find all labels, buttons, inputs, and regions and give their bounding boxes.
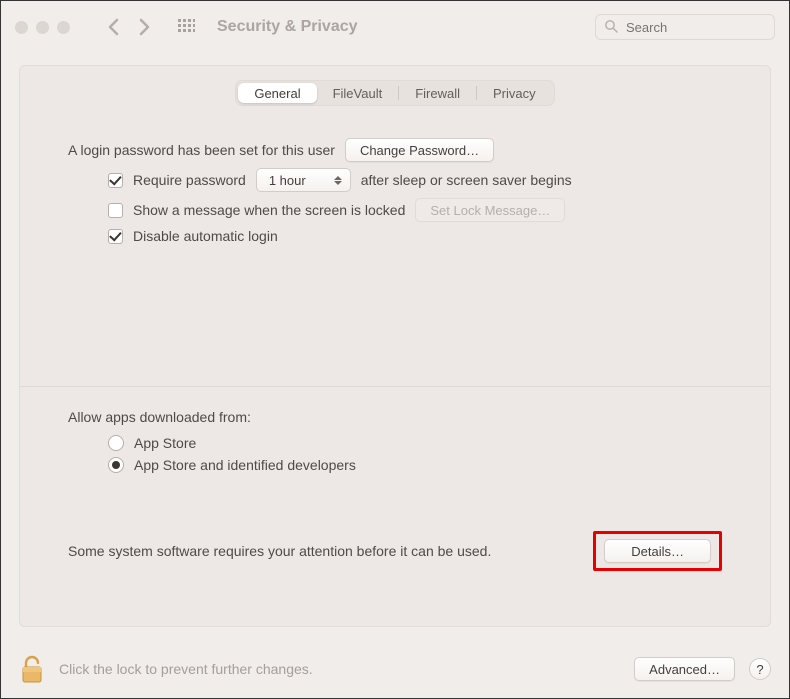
divider	[20, 386, 770, 387]
updown-icon	[334, 176, 342, 185]
forward-button[interactable]	[136, 18, 152, 36]
details-button[interactable]: Details…	[604, 539, 711, 563]
prefs-panel: General FileVault Firewall Privacy A log…	[19, 65, 771, 627]
disable-auto-login-checkbox[interactable]	[108, 229, 123, 244]
allow-appstore-label: App Store	[134, 435, 196, 451]
show-lock-message-checkbox[interactable]	[108, 203, 123, 218]
back-button[interactable]	[106, 18, 122, 36]
show-lock-message-label: Show a message when the screen is locked	[133, 202, 405, 218]
change-password-button[interactable]: Change Password…	[345, 138, 494, 162]
allow-apps-heading: Allow apps downloaded from:	[68, 409, 722, 425]
require-password-delay-select[interactable]: 1 hour	[256, 168, 351, 192]
tab-privacy[interactable]: Privacy	[477, 83, 552, 103]
require-password-delay-value: 1 hour	[269, 173, 306, 188]
zoom-window-button[interactable]	[57, 21, 70, 34]
tab-general[interactable]: General	[238, 83, 316, 103]
toolbar: Security & Privacy	[1, 1, 789, 53]
require-password-checkbox[interactable]	[108, 173, 123, 188]
set-lock-message-button: Set Lock Message…	[415, 198, 565, 222]
advanced-button[interactable]: Advanced…	[634, 657, 735, 681]
window-title: Security & Privacy	[217, 18, 358, 36]
details-highlight: Details…	[593, 531, 722, 571]
attention-text: Some system software requires your atten…	[68, 543, 491, 559]
nav-arrows	[106, 18, 152, 36]
lock-icon[interactable]	[19, 654, 45, 684]
login-password-intro: A login password has been set for this u…	[68, 142, 335, 158]
allow-appstore-radio[interactable]	[108, 435, 124, 451]
general-content: A login password has been set for this u…	[20, 106, 770, 591]
show-all-prefs-button[interactable]	[178, 19, 195, 36]
search-input[interactable]	[624, 19, 766, 36]
tab-bar: General FileVault Firewall Privacy	[20, 80, 770, 106]
require-password-suffix: after sleep or screen saver begins	[361, 172, 572, 188]
disable-auto-login-label: Disable automatic login	[133, 228, 278, 244]
help-button[interactable]: ?	[749, 658, 771, 680]
tab-firewall[interactable]: Firewall	[399, 83, 476, 103]
lock-hint-text: Click the lock to prevent further change…	[59, 661, 313, 677]
allow-appstore-and-identified-radio[interactable]	[108, 457, 124, 473]
footer: Click the lock to prevent further change…	[1, 640, 789, 698]
window-controls	[15, 21, 70, 34]
allow-appstore-and-identified-label: App Store and identified developers	[134, 457, 356, 473]
search-icon	[604, 19, 624, 36]
close-window-button[interactable]	[15, 21, 28, 34]
minimize-window-button[interactable]	[36, 21, 49, 34]
syspref-window: Security & Privacy General FileVault Fir…	[0, 0, 790, 699]
tab-filevault[interactable]: FileVault	[317, 83, 399, 103]
require-password-label: Require password	[133, 172, 246, 188]
search-field[interactable]	[595, 14, 775, 40]
